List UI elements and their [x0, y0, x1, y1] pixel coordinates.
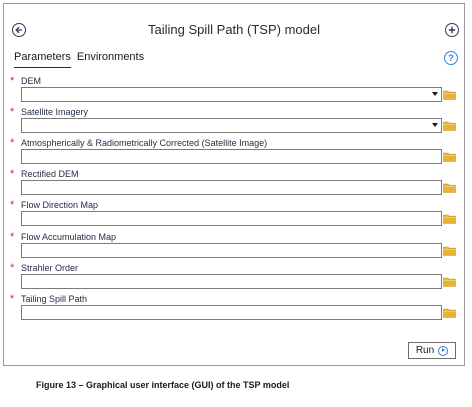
- required-marker: *: [10, 231, 15, 243]
- help-button[interactable]: ?: [444, 51, 458, 65]
- field-label: Strahler Order: [21, 263, 79, 273]
- help-icon: ?: [448, 53, 454, 63]
- add-button[interactable]: [445, 23, 459, 37]
- run-button-label: Run: [415, 344, 435, 356]
- field-dem: * DEM: [4, 75, 464, 106]
- required-marker: *: [10, 137, 15, 149]
- field-label: Atmospherically & Radiometrically Correc…: [21, 138, 268, 148]
- required-marker: *: [10, 168, 15, 180]
- figure-caption: Figure 13 – Graphical user interface (GU…: [36, 380, 290, 390]
- title-bar: Tailing Spill Path (TSP) model: [4, 4, 464, 42]
- run-button[interactable]: Run: [408, 342, 456, 359]
- folder-icon[interactable]: [443, 276, 456, 287]
- tab-bar: Parameters Environments: [14, 50, 144, 68]
- field-corrected-image: * Atmospherically & Radiometrically Corr…: [4, 137, 464, 168]
- satellite-imagery-dropdown[interactable]: [21, 118, 442, 133]
- field-strahler-order: * Strahler Order: [4, 262, 464, 293]
- field-label: Tailing Spill Path: [21, 294, 88, 304]
- strahler-order-input[interactable]: [21, 274, 442, 289]
- field-label: Rectified DEM: [21, 169, 79, 179]
- tab-environments[interactable]: Environments: [77, 50, 144, 68]
- field-flow-accumulation-map: * Flow Accumulation Map: [4, 231, 464, 262]
- required-marker: *: [10, 262, 15, 274]
- required-marker: *: [10, 75, 15, 87]
- dem-dropdown[interactable]: [21, 87, 442, 102]
- folder-icon[interactable]: [443, 151, 456, 162]
- field-label: Flow Direction Map: [21, 200, 99, 210]
- folder-icon[interactable]: [443, 120, 456, 131]
- required-marker: *: [10, 106, 15, 118]
- field-label: DEM: [21, 76, 41, 86]
- field-rectified-dem: * Rectified DEM: [4, 168, 464, 199]
- tailing-spill-path-input[interactable]: [21, 305, 442, 320]
- folder-icon[interactable]: [443, 245, 456, 256]
- field-tailing-spill-path: * Tailing Spill Path: [4, 293, 464, 324]
- field-label: Flow Accumulation Map: [21, 232, 117, 242]
- chevron-down-icon[interactable]: [432, 92, 438, 96]
- chevron-down-icon[interactable]: [432, 123, 438, 127]
- field-flow-direction-map: * Flow Direction Map: [4, 199, 464, 230]
- folder-icon[interactable]: [443, 89, 456, 100]
- required-marker: *: [10, 293, 15, 305]
- tool-panel: Tailing Spill Path (TSP) model Parameter…: [3, 3, 465, 366]
- window-title: Tailing Spill Path (TSP) model: [148, 22, 320, 37]
- corrected-image-input[interactable]: [21, 149, 442, 164]
- folder-icon[interactable]: [443, 213, 456, 224]
- field-satellite-imagery: * Satellite Imagery: [4, 106, 464, 137]
- folder-icon[interactable]: [443, 182, 456, 193]
- folder-icon[interactable]: [443, 307, 456, 318]
- required-marker: *: [10, 199, 15, 211]
- add-icon: [448, 26, 456, 34]
- flow-direction-map-input[interactable]: [21, 211, 442, 226]
- field-label: Satellite Imagery: [21, 107, 89, 117]
- rectified-dem-input[interactable]: [21, 180, 442, 195]
- tab-parameters[interactable]: Parameters: [14, 50, 71, 68]
- run-icon: [438, 345, 449, 356]
- flow-accumulation-map-input[interactable]: [21, 243, 442, 258]
